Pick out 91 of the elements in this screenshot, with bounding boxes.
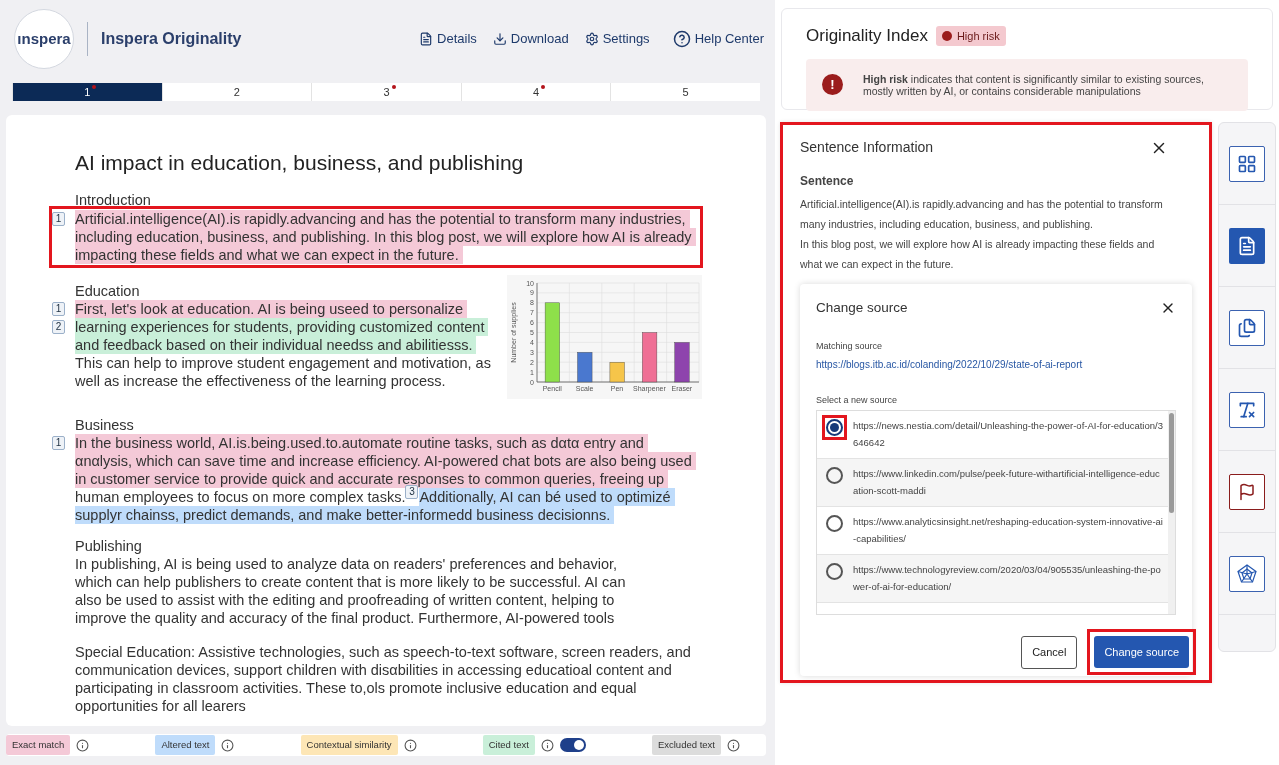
risk-description: High risk indicates that content is significantly similar to existing sources, mostly written by AI, or contains considerable manipulations	[863, 72, 1205, 97]
source-option[interactable]: https://www.technologyreview.com/2020/03/04/905535/unleashing-the-power-of-ai-for-education/	[817, 555, 1168, 604]
toolbar-button[interactable]	[1229, 473, 1265, 510]
section-heading: Business	[75, 416, 135, 434]
legend-label: Cited text	[482, 734, 535, 756]
dialog-title: Change source	[816, 299, 908, 317]
document-icon	[419, 32, 434, 46]
body-text: communication devices, support children with disαbilities in accessing educatioal content and	[75, 660, 673, 679]
highlighted-text[interactable]: First, let's look at education. AI is being useed to personalize	[75, 299, 468, 318]
match-number[interactable]: 1	[52, 435, 65, 450]
source-url: https://news.nestia.com/detail/Unleashing-the-power-of-AI-for-education/3646642	[853, 419, 1163, 451]
highlighted-text[interactable]: supplyr chainss, predict demands, and make better-informedd business decisionns.	[75, 505, 615, 524]
settings-icon	[584, 32, 599, 46]
document-icon	[1237, 235, 1257, 256]
toolbar-button[interactable]	[1229, 145, 1265, 182]
radio-button[interactable]	[826, 467, 843, 485]
bar	[577, 351, 593, 382]
radar-chart-icon	[1236, 562, 1258, 585]
radio-button[interactable]	[826, 515, 843, 533]
field-label: Select a new source	[816, 393, 899, 407]
info-icon[interactable]	[403, 738, 417, 752]
legend-label: Contextual similarity	[300, 734, 398, 756]
info-icon[interactable]	[726, 738, 740, 752]
cancel-button[interactable]: Cancel	[1021, 635, 1078, 669]
documents-icon	[1237, 317, 1257, 338]
toggle-switch[interactable]	[559, 738, 586, 752]
field-label: Matching source	[816, 340, 884, 354]
match-number[interactable]: 1	[52, 301, 65, 316]
bar	[642, 331, 657, 382]
source-option[interactable]: https://www.linkedin.com/pulse/peek-future-withartificial-intelligence-education-scott-maddi	[817, 459, 1168, 508]
toolbar-button[interactable]	[1229, 391, 1265, 428]
source-url: https://www.analyticsinsight.net/reshaping-education-system-innovative-ai-capabilities/	[853, 515, 1163, 547]
source-url: https://www.technologyreview.com/2020/03/04/905535/unleashing-the-power-of-ai-for-education/	[853, 563, 1162, 595]
panel-title: Sentence Information	[800, 138, 934, 157]
legend-label: Altered text	[155, 734, 216, 756]
section-heading: Introduction	[75, 191, 152, 209]
body-text: also be used to assist with the editing and proofreading of written content, helping to	[75, 590, 616, 609]
toolbar-button[interactable]	[1229, 309, 1265, 346]
app-title: Inspera Originality	[101, 29, 242, 49]
nav-link[interactable]: Help Center	[672, 29, 764, 49]
legend-label: Excluded text	[651, 734, 721, 756]
nav-link[interactable]: Settings	[584, 29, 650, 49]
bar	[544, 302, 560, 382]
body-text: opportunities for all learers	[75, 696, 247, 715]
document-title: AI impact in education, business, and publishing	[75, 150, 525, 176]
scrollbar-thumb[interactable]	[1169, 413, 1174, 514]
body-text: Special Education: Assistive technologies, such as speech-to-text software, screen readers, and	[75, 642, 692, 661]
toolbar-button[interactable]	[1229, 227, 1265, 264]
page-tab[interactable]: 5	[610, 83, 760, 101]
sentence-text: Artificial.intelligence(AI).is rapidly.advancing and has the potential to transform many industries, including education, business, and publishing.	[800, 197, 1164, 232]
sentence-text: In this blog post, we will explore how AI is already impacting these fields and what we can expect in the future.	[800, 237, 1156, 272]
body-text: improve the quality and accuracy of the final product. Furthermore, AI-powered tools	[75, 608, 616, 627]
nav-link[interactable]: Details	[419, 29, 477, 49]
section-label: Sentence	[800, 173, 855, 190]
flag-icon	[1238, 482, 1256, 501]
nav-link[interactable]: Download	[492, 29, 569, 49]
warning-icon: !	[822, 74, 843, 95]
bar	[609, 361, 625, 382]
body-text: which can help publishers to create content that is more likely to be successful. AI can	[75, 572, 627, 591]
section-heading: Publishing	[75, 537, 143, 555]
match-number[interactable]: 1	[52, 211, 65, 226]
body-text: well as increase the effectiveness of the learning process.	[75, 371, 447, 390]
radio-button[interactable]	[826, 563, 843, 581]
source-url: https://www.linkedin.com/pulse/peek-future-withartificial-intelligence-education-scott-maddi	[853, 467, 1161, 499]
legend-label: Exact match	[6, 734, 71, 756]
highlighted-text[interactable]: Artificial.intelligence(AI).is rapidly.advancing and has the potential to transform many industries,	[75, 209, 690, 228]
download-icon	[492, 32, 507, 46]
info-icon[interactable]	[221, 738, 235, 752]
grid-icon	[1237, 153, 1257, 174]
body-text: participating in classroom activities. These to,ols promote inclusive education and equal	[75, 678, 638, 697]
page-tab[interactable]: 2	[161, 83, 312, 101]
info-icon[interactable]	[76, 738, 90, 752]
highlighted-text[interactable]: In the business world, AI.is.being.used.to.automate routine tasks, such as dαtα entry and	[75, 433, 648, 452]
change-source-button[interactable]: Change source	[1094, 636, 1189, 669]
body-text: human employees to focus on more complex tasks.	[75, 488, 407, 506]
body-text: In publishing, AI is being used to analyze data on readers' preferences and behavior,	[75, 554, 619, 573]
page-tab[interactable]: 1	[12, 83, 162, 101]
page-tab[interactable]: 4	[460, 83, 611, 101]
match-number[interactable]: 2	[52, 319, 65, 334]
bar	[674, 341, 690, 382]
body-text: This can help to improve student engagement and motivation, as	[75, 353, 492, 372]
source-link[interactable]: https://blogs.itb.ac.id/colanding/2022/10/29/state-of-ai-report	[816, 356, 1176, 372]
highlighted-text[interactable]: αnαlysis, which can save time and increase efficiency. AI-powered chat bots are also being used	[75, 451, 696, 470]
page-tab[interactable]: 3	[311, 83, 461, 101]
info-icon[interactable]	[540, 738, 554, 752]
panel-title: Originality Index	[806, 25, 928, 47]
toolbar-button[interactable]	[1229, 555, 1265, 592]
help-icon	[672, 30, 691, 48]
risk-badge: High risk	[935, 25, 1006, 46]
logo: ınspera	[14, 9, 74, 69]
section-heading: Education	[75, 282, 141, 300]
